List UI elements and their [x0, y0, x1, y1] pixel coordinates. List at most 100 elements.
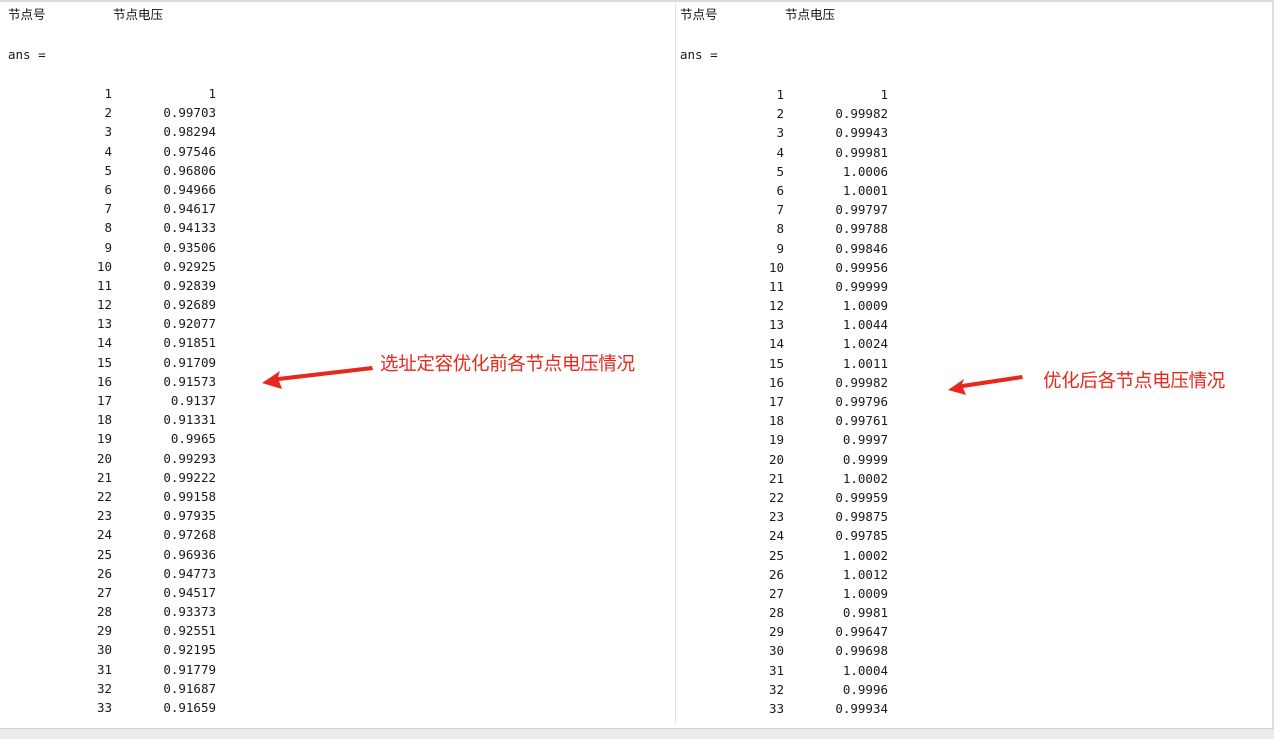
table-row: 7 0.99797	[672, 200, 912, 219]
node-voltage: 0.9137	[170, 393, 216, 408]
table-row: 27 0.94517	[0, 583, 240, 602]
node-voltage: 1.0011	[842, 355, 888, 371]
node-voltage: 0.99982	[835, 106, 888, 122]
node-voltage: 1.0024	[842, 336, 888, 352]
node-voltage: 0.99959	[835, 489, 888, 505]
node-voltage: 1.0001	[842, 182, 888, 198]
node-voltage: 0.99785	[835, 528, 888, 544]
node-voltage: 0.92689	[163, 297, 216, 313]
table-row: 16 0.91573	[0, 372, 240, 391]
table-row: 21 1.0002	[672, 469, 912, 488]
node-voltage: 0.94517	[163, 584, 216, 600]
node-voltage: 0.99846	[835, 240, 888, 256]
table-row: 3 0.98294	[0, 122, 240, 141]
node-voltage: 0.97935	[163, 508, 216, 524]
node-voltage: 0.91573	[163, 373, 216, 389]
table-row: 12 0.92689	[0, 295, 240, 314]
table-row: 4 0.99981	[672, 143, 912, 162]
node-voltage: 0.96936	[163, 546, 216, 562]
node-voltage: 0.99981	[835, 144, 888, 160]
node-voltage: 1.0044	[842, 317, 888, 333]
node-voltage: 0.99703	[163, 105, 216, 121]
annotation-after-optimization: 优化后各节点电压情况	[1043, 371, 1226, 392]
node-voltage: 0.99158	[163, 488, 216, 504]
table-row: 29 0.92551	[0, 621, 240, 640]
table-row: 27 1.0009	[672, 584, 912, 603]
table-row: 24 0.97268	[0, 525, 240, 544]
table-row: 10 0.92925	[0, 257, 240, 276]
node-voltage: 1.0004	[842, 662, 888, 678]
header-node-label: 节点号	[8, 7, 46, 22]
table-row: 31 1.0004	[672, 661, 912, 680]
node-voltage: 1.0006	[842, 163, 888, 179]
table-row: 5 1.0006	[672, 162, 912, 181]
node-voltage: 0.99956	[835, 259, 888, 275]
header-voltage-label: 节点电压	[113, 7, 164, 22]
table-row: 30 0.92195	[0, 640, 240, 659]
table-row: 7 0.94617	[0, 199, 240, 218]
table-row: 14 0.91851	[0, 333, 240, 352]
table-row: 20 0.9999	[672, 450, 912, 469]
node-voltage: 0.91779	[163, 661, 216, 677]
node-voltage: 0.99797	[835, 202, 888, 218]
table-row: 21 0.99222	[0, 468, 240, 487]
table-row: 11 0.99999	[672, 277, 912, 296]
table-row: 8 0.94133	[0, 218, 240, 237]
table-row: 29 0.99647	[672, 622, 912, 641]
node-voltage: 0.99222	[163, 469, 216, 485]
node-voltage: 0.99761	[835, 413, 888, 429]
table-row: 22 0.99158	[0, 487, 240, 506]
command-output-left: 节点号 节点电压 ans = 1 1 2 0.99703 3 0.98294 4 0.9754…	[0, 2, 675, 724]
node-voltage: 0.91331	[163, 412, 216, 428]
table-row: 6 1.0001	[672, 181, 912, 200]
table-row: 15 0.91709	[0, 353, 240, 372]
node-voltage: 0.92195	[163, 642, 216, 658]
node-voltage: 0.9996	[842, 681, 888, 697]
table-row: 28 0.93373	[0, 602, 240, 621]
table-row: 2 0.99703	[0, 103, 240, 122]
node-voltage: 0.9999	[842, 451, 888, 467]
table-row: 17 0.99796	[672, 392, 912, 411]
table-row: 14 1.0024	[672, 334, 912, 353]
table-row: 18 0.99761	[672, 411, 912, 430]
node-voltage: 0.9997	[842, 432, 888, 448]
node-voltage: 1	[880, 87, 888, 102]
node-voltage: 0.99796	[835, 394, 888, 409]
node-voltage: 0.99875	[835, 509, 888, 525]
table-row: 2 0.99982	[672, 104, 912, 123]
table-row: 23 0.99875	[672, 507, 912, 526]
voltage-table-after: 1 1 2 0.99982 3 0.99943 4 0.99981 5 1.0006 6 1.0001…	[672, 85, 912, 718]
node-voltage: 0.99293	[163, 450, 216, 466]
table-row: 11 0.92839	[0, 276, 240, 295]
node-voltage: 0.92077	[163, 316, 216, 332]
red-arrow-left-icon	[948, 375, 1023, 395]
node-voltage: 0.97546	[163, 143, 216, 159]
table-row: 9 0.99846	[672, 239, 912, 258]
node-voltage: 1	[208, 86, 216, 101]
red-arrow-left-icon	[262, 366, 373, 389]
table-row: 15 1.0011	[672, 354, 912, 373]
ans-label: ans =	[680, 47, 718, 62]
table-row: 31 0.91779	[0, 660, 240, 679]
voltage-table-before: 1 1 2 0.99703 3 0.98294 4 0.97546 5 0.96806 6 0.949…	[0, 84, 240, 717]
table-row: 3 0.99943	[672, 123, 912, 142]
ans-label: ans =	[8, 47, 46, 62]
table-row: 24 0.99785	[672, 526, 912, 545]
table-row: 13 1.0044	[672, 315, 912, 334]
node-voltage: 0.99943	[835, 125, 888, 141]
node-voltage: 0.92925	[163, 258, 216, 274]
table-row: 6 0.94966	[0, 180, 240, 199]
node-voltage: 0.96806	[163, 162, 216, 178]
table-row: 33 0.99934	[672, 699, 912, 718]
node-voltage: 0.91851	[163, 335, 216, 351]
node-voltage: 0.99982	[835, 374, 888, 390]
horizontal-scrollbar[interactable]	[0, 728, 1274, 739]
table-row: 30 0.99698	[672, 641, 912, 660]
table-row: 22 0.99959	[672, 488, 912, 507]
table-row: 19 0.9965	[0, 429, 240, 448]
node-voltage: 1.0012	[842, 566, 888, 582]
annotation-before-optimization: 选址定容优化前各节点电压情况	[380, 354, 635, 375]
node-voltage: 0.94617	[163, 201, 216, 217]
table-row: 28 0.9981	[672, 603, 912, 622]
node-voltage: 0.93506	[163, 239, 216, 255]
